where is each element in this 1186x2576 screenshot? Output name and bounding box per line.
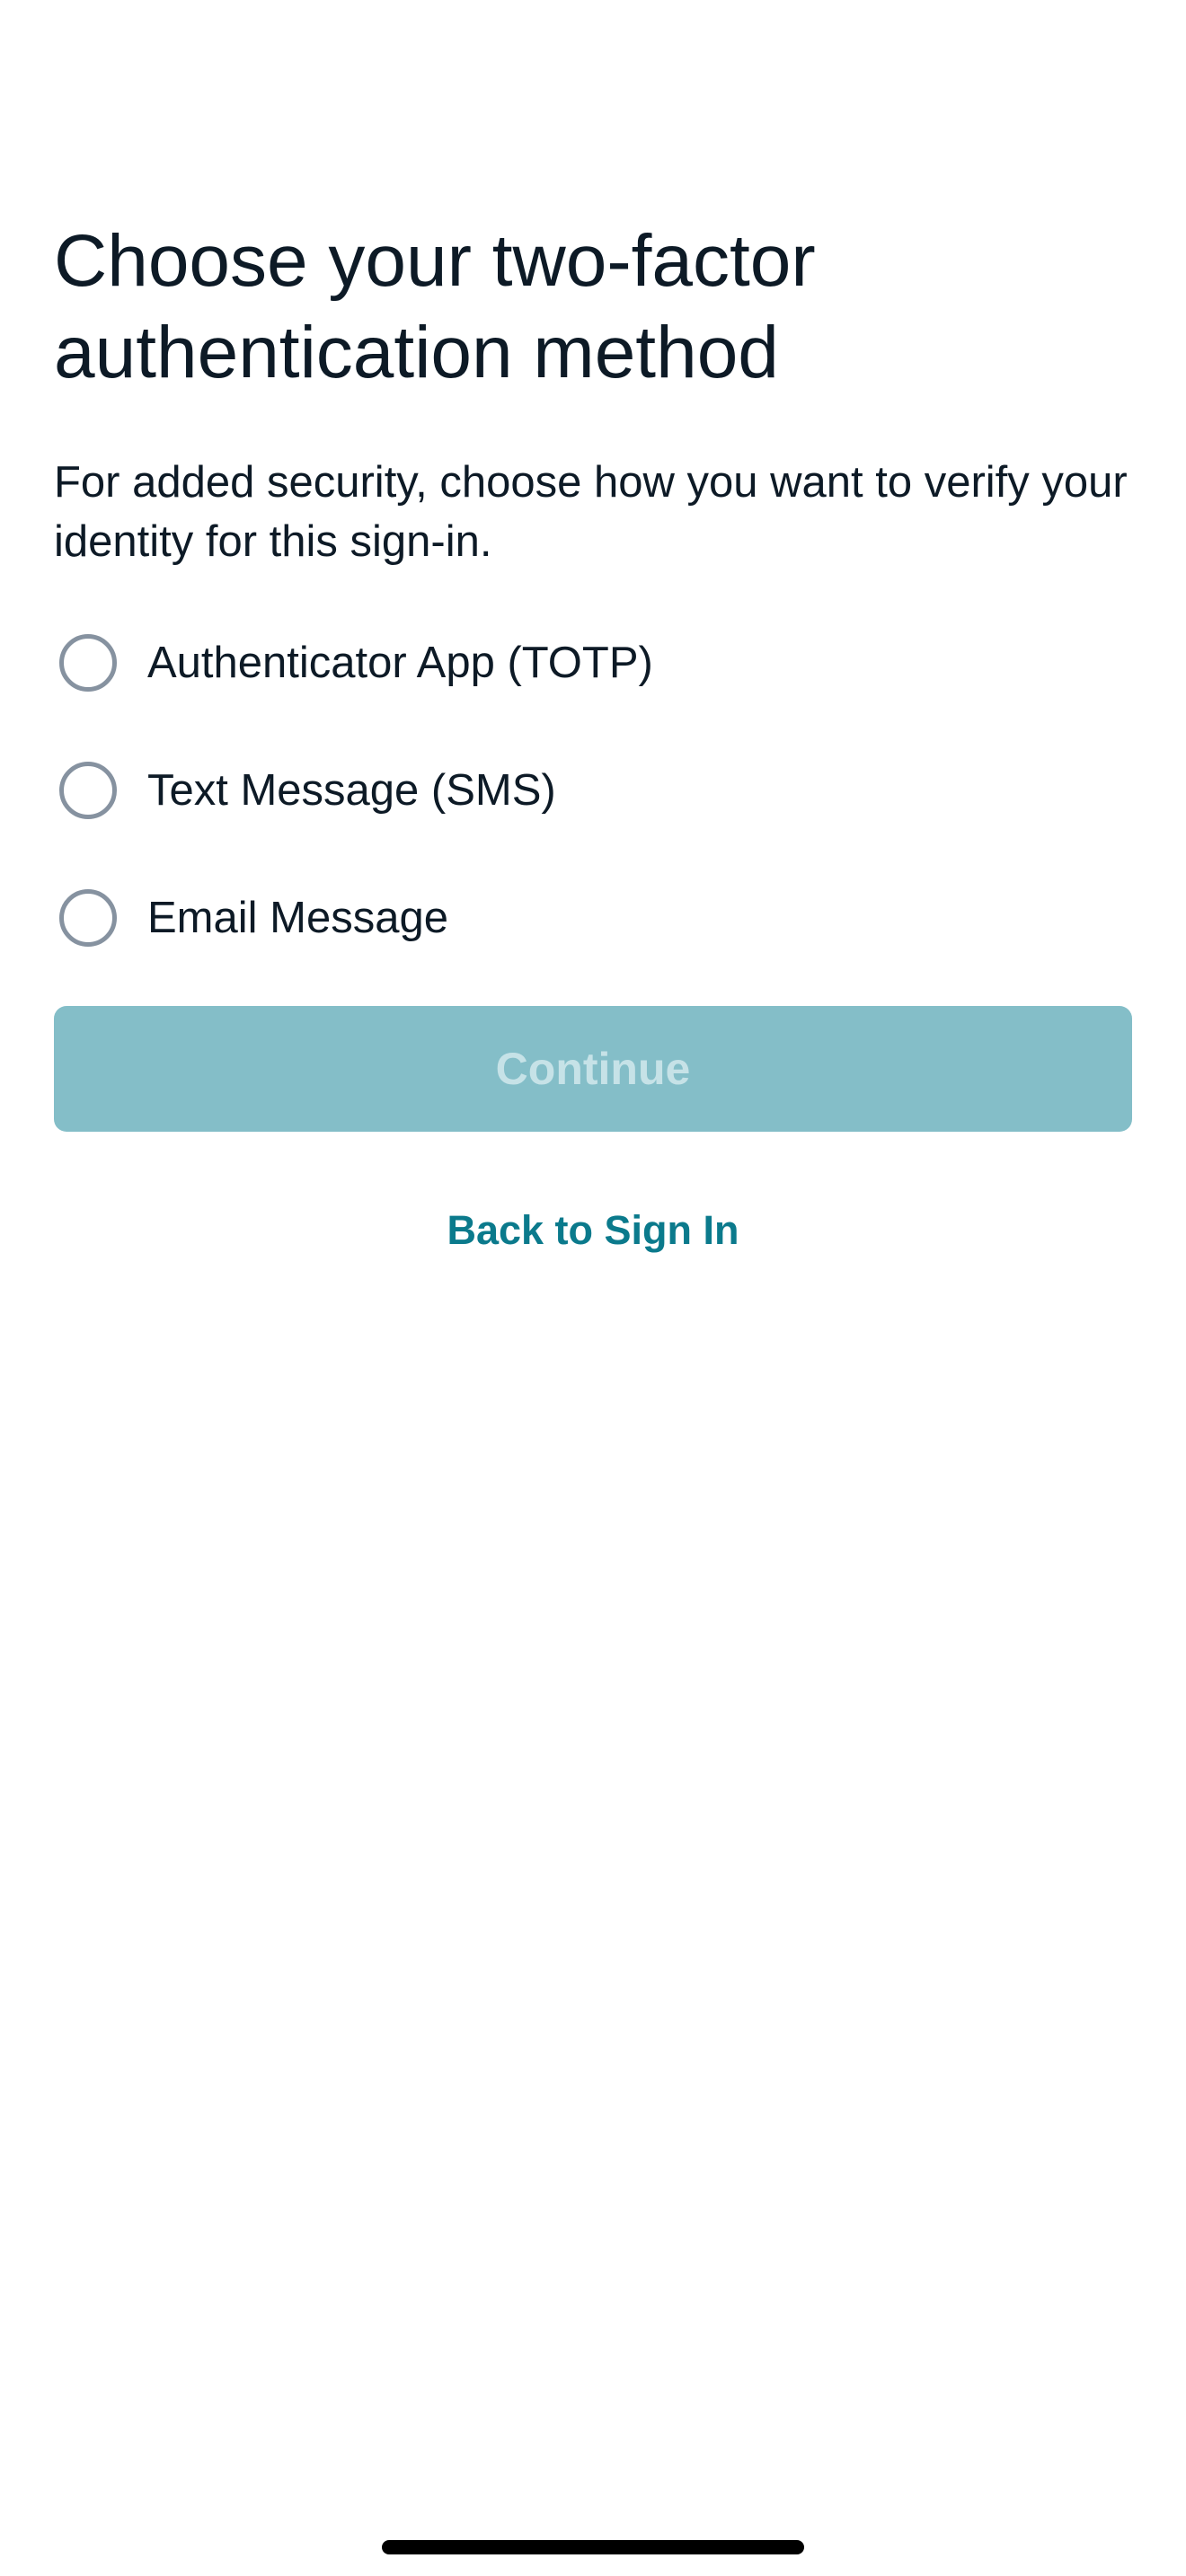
back-to-sign-in-link[interactable]: Back to Sign In [0, 1204, 1186, 1257]
radio-unselected-icon[interactable] [59, 889, 117, 947]
option-email-message[interactable]: Email Message [54, 873, 1132, 963]
option-label: Email Message [147, 894, 448, 942]
page-subtitle: For added security, choose how you want … [54, 458, 1128, 566]
option-authenticator-app[interactable]: Authenticator App (TOTP) [54, 618, 1132, 708]
option-text-message[interactable]: Text Message (SMS) [54, 745, 1132, 835]
page-title: Choose your two-factor authentication me… [54, 220, 816, 393]
option-label: Authenticator App (TOTP) [147, 639, 653, 687]
radio-unselected-icon[interactable] [59, 762, 117, 819]
radio-unselected-icon[interactable] [59, 634, 117, 692]
mfa-selection-screen: Choose your two-factor authentication me… [0, 0, 1186, 2576]
home-indicator [382, 2540, 804, 2554]
continue-button[interactable]: Continue [54, 1006, 1132, 1132]
option-label: Text Message (SMS) [147, 766, 556, 815]
